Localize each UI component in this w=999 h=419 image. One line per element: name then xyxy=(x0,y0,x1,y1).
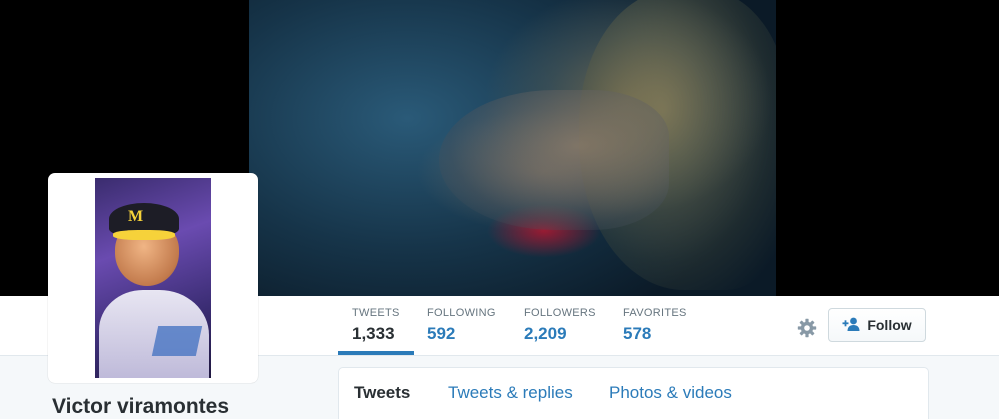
stat-tweets-label: TWEETS xyxy=(352,307,400,319)
avatar-photo: M xyxy=(95,178,211,378)
stat-followers-value: 2,209 xyxy=(524,324,567,343)
profile-name[interactable]: Victor viramontes xyxy=(52,395,229,419)
stat-favorites-label: FAVORITES xyxy=(623,307,687,319)
profile-avatar[interactable]: M xyxy=(48,173,258,383)
gear-icon[interactable] xyxy=(797,318,817,338)
header-photo[interactable] xyxy=(249,0,776,296)
stat-followers[interactable]: FOLLOWERS 2,209 xyxy=(510,306,610,354)
tab-tweets-and-replies[interactable]: Tweets & replies xyxy=(448,383,573,403)
follow-button-label: Follow xyxy=(867,317,912,333)
avatar-cap-logo: M xyxy=(128,208,144,225)
avatar-cap-brim xyxy=(113,230,175,240)
timeline-tabs: Tweets Tweets & replies Photos & videos xyxy=(338,367,929,419)
stat-tweets-value: 1,333 xyxy=(352,324,395,343)
stat-following[interactable]: FOLLOWING 592 xyxy=(413,306,510,354)
stat-following-value: 592 xyxy=(427,324,456,343)
header-photo-muzzle xyxy=(439,90,669,230)
stat-favorites[interactable]: FAVORITES 578 xyxy=(609,306,701,354)
tab-photos-and-videos[interactable]: Photos & videos xyxy=(609,383,732,403)
stat-following-label: FOLLOWING xyxy=(427,307,496,319)
follow-button[interactable]: Follow xyxy=(828,308,926,342)
stat-tweets[interactable]: TWEETS 1,333 xyxy=(338,306,414,355)
tab-tweets[interactable]: Tweets xyxy=(354,383,410,403)
add-person-icon xyxy=(842,317,861,334)
stat-favorites-value: 578 xyxy=(623,324,652,343)
avatar-shirt-print xyxy=(151,326,203,356)
stat-followers-label: FOLLOWERS xyxy=(524,307,596,319)
